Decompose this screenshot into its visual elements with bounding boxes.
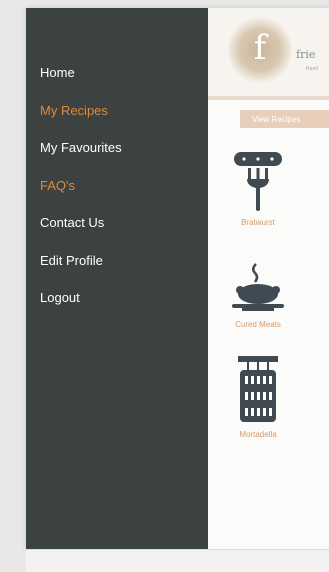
category-label-cured-meats: Cured Meats: [235, 320, 281, 329]
phone-screen: Home My Recipes My Favourites FAQ's Cont…: [26, 8, 329, 549]
app-header: f frie · Rand: [208, 8, 329, 100]
mortadella-hanging-icon: [238, 356, 278, 422]
navigation-drawer: Home My Recipes My Favourites FAQ's Cont…: [26, 8, 208, 549]
menu-item-faqs[interactable]: FAQ's: [40, 177, 122, 215]
menu-item-edit-profile[interactable]: Edit Profile: [40, 252, 122, 290]
menu-item-my-favourites[interactable]: My Favourites: [40, 139, 122, 177]
category-tile-mortadella[interactable]: Mortadella: [222, 352, 294, 439]
category-label-bratwurst: Bratwurst: [241, 218, 275, 227]
menu-item-contact-us[interactable]: Contact Us: [40, 214, 122, 252]
view-recipes-button[interactable]: View Recipes: [240, 110, 329, 128]
brand-logo: f: [228, 16, 292, 84]
category-tile-cured-meats[interactable]: Cured Meats: [222, 260, 294, 329]
logo-letter: f: [253, 28, 267, 68]
category-label-mortadella: Mortadella: [239, 430, 277, 439]
menu-item-my-recipes[interactable]: My Recipes: [40, 102, 122, 140]
sausage-fork-icon: [234, 152, 282, 211]
drawer-menu: Home My Recipes My Favourites FAQ's Cont…: [40, 64, 122, 327]
main-content: f frie · Rand View Recipes Bratwurst Cur…: [208, 8, 329, 549]
bottom-bar: [26, 549, 329, 572]
roast-platter-icon: [232, 263, 284, 311]
brand-name: frie: [296, 48, 316, 61]
category-tile-bratwurst[interactable]: Bratwurst: [222, 146, 294, 227]
menu-item-logout[interactable]: Logout: [40, 289, 122, 327]
brand-tagline: · Rand: [303, 66, 319, 72]
menu-item-home[interactable]: Home: [40, 64, 122, 102]
